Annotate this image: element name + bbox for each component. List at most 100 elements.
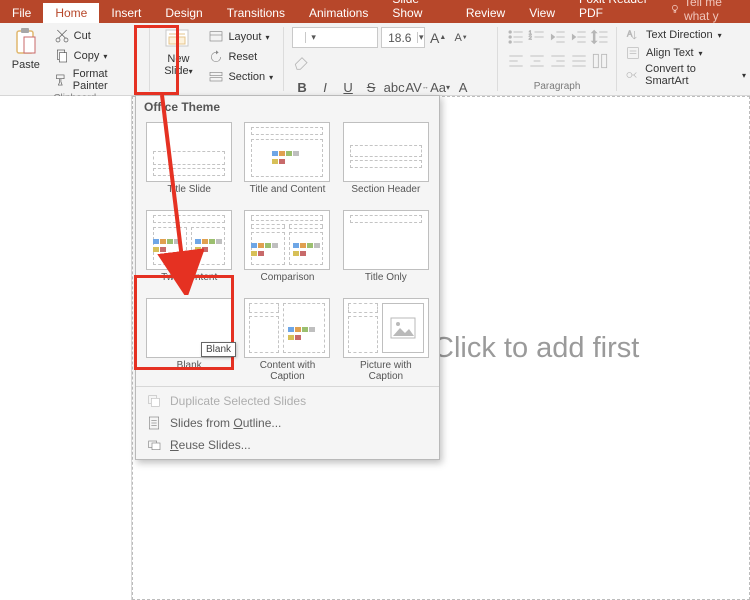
slide-thumbnail-pane[interactable]: [0, 96, 132, 600]
paragraph-group-label: Paragraph: [534, 81, 581, 95]
layout-content-with-caption[interactable]: Content withCaption: [238, 296, 336, 384]
layout-two-content[interactable]: Two Content: [140, 208, 238, 296]
change-case-button[interactable]: Aa▾: [430, 77, 450, 97]
columns-icon: [590, 51, 610, 71]
group-clipboard: Paste Cut Copy▾ Format Painter Clipboard: [0, 23, 149, 95]
line-spacing-button[interactable]: [590, 27, 610, 47]
align-center-icon: [527, 51, 547, 71]
layout-blank-label: Blank: [177, 358, 202, 382]
font-family-combo[interactable]: ▾: [292, 27, 378, 48]
layout-section-header-label: Section Header: [351, 182, 420, 206]
layout-section-header[interactable]: Section Header: [337, 120, 435, 208]
columns-button[interactable]: [590, 51, 610, 71]
bold-button[interactable]: B: [292, 77, 312, 97]
tell-me[interactable]: Tell me what y: [670, 0, 750, 23]
cut-button[interactable]: Cut: [52, 27, 144, 45]
layout-picture-caption-label-2: Caption: [369, 371, 403, 382]
layout-label: Layout: [228, 31, 261, 43]
eraser-icon: [292, 51, 312, 71]
align-left-icon: [506, 51, 526, 71]
numbering-icon: 12: [527, 27, 547, 47]
layout-blank[interactable]: Blank: [140, 296, 238, 384]
tab-view[interactable]: View: [517, 3, 567, 23]
tab-design[interactable]: Design: [153, 3, 214, 23]
reset-button[interactable]: Reset: [206, 48, 275, 66]
new-slide-button[interactable]: New Slide▾: [154, 23, 202, 86]
duplicate-slides-label: Duplicate Selected Slides: [170, 394, 306, 408]
tab-file[interactable]: File: [0, 3, 43, 23]
layout-button[interactable]: Layout▾: [206, 28, 275, 46]
slides-from-outline-label: Slides from Outline...: [170, 416, 281, 430]
layout-title-only[interactable]: Title Only: [337, 208, 435, 296]
layout-comparison[interactable]: Comparison: [238, 208, 336, 296]
increase-indent-button[interactable]: [569, 27, 589, 47]
duplicate-icon: [146, 393, 162, 409]
layout-picture-with-caption[interactable]: Picture withCaption: [337, 296, 435, 384]
justify-icon: [569, 51, 589, 71]
shadow-button[interactable]: abc: [384, 77, 404, 97]
decrease-font-button[interactable]: A▼: [451, 28, 471, 48]
font-size-value: 18.6: [382, 31, 417, 45]
paste-button[interactable]: Paste: [4, 23, 48, 93]
layout-content-caption-label-2: Caption: [270, 371, 304, 382]
layout-title-only-label: Title Only: [365, 270, 407, 294]
align-right-button[interactable]: [548, 51, 568, 71]
smartart-button[interactable]: Convert to SmartArt▾: [625, 63, 746, 87]
section-label: Section: [228, 71, 265, 83]
font-size-combo[interactable]: 18.6▾: [381, 27, 425, 48]
group-text-options: AText Direction▾ Align Text▾ Convert to …: [617, 23, 750, 95]
underline-button[interactable]: U: [338, 77, 358, 97]
italic-button[interactable]: I: [315, 77, 335, 97]
layout-comparison-label: Comparison: [261, 270, 315, 294]
align-text-button[interactable]: Align Text▾: [625, 45, 746, 61]
tab-foxit[interactable]: Foxit Reader PDF: [567, 0, 670, 23]
layout-title-slide[interactable]: Title Slide: [140, 120, 238, 208]
section-button[interactable]: Section▾: [206, 68, 275, 86]
copy-icon: [54, 48, 70, 64]
tab-insert[interactable]: Insert: [99, 3, 153, 23]
layout-title-content-label: Title and Content: [250, 182, 326, 206]
tab-review[interactable]: Review: [454, 3, 517, 23]
tab-home[interactable]: Home: [43, 3, 99, 23]
format-painter-label: Format Painter: [73, 68, 142, 92]
layout-title-and-content[interactable]: Title and Content: [238, 120, 336, 208]
tell-me-label: Tell me what y: [684, 0, 746, 23]
text-direction-label: Text Direction: [646, 29, 713, 41]
decrease-indent-button[interactable]: [548, 27, 568, 47]
bullets-icon: [506, 27, 526, 47]
layout-content-caption-label-1: Content with: [260, 360, 316, 371]
paste-icon: [13, 27, 39, 57]
increase-font-button[interactable]: A▲: [428, 28, 448, 48]
text-direction-button[interactable]: AText Direction▾: [625, 27, 746, 43]
clear-formatting-button[interactable]: [292, 51, 312, 71]
font-color-button[interactable]: A: [453, 77, 473, 97]
new-slide-icon: [164, 28, 192, 52]
text-direction-icon: A: [625, 27, 641, 43]
group-font: ▾ 18.6▾ A▲ A▼ B I U S abc AV↔ Aa▾ A: [284, 23, 497, 95]
ribbon: Paste Cut Copy▾ Format Painter Clipboard…: [0, 23, 750, 96]
reuse-slides-item[interactable]: Reuse Slides...: [136, 434, 439, 456]
group-paragraph: 12 Paragraph: [498, 23, 616, 95]
layout-title-slide-label: Title Slide: [167, 182, 211, 206]
align-right-icon: [548, 51, 568, 71]
slides-from-outline-item[interactable]: Slides from Outline...: [136, 412, 439, 434]
dropdown-header: Office Theme: [136, 96, 439, 118]
justify-button[interactable]: [569, 51, 589, 71]
tab-slideshow[interactable]: Slide Show: [380, 0, 453, 23]
tab-transitions[interactable]: Transitions: [215, 3, 297, 23]
char-spacing-button[interactable]: AV↔: [407, 77, 427, 97]
align-left-button[interactable]: [506, 51, 526, 71]
picture-icon: [383, 304, 423, 352]
layout-icon: [208, 29, 224, 45]
copy-button[interactable]: Copy▾: [52, 47, 144, 65]
bullets-button[interactable]: [506, 27, 526, 47]
format-painter-button[interactable]: Format Painter: [52, 67, 144, 93]
tab-animations[interactable]: Animations: [297, 3, 380, 23]
layout-picture-caption-label-1: Picture with: [360, 360, 412, 371]
duplicate-slides-item: Duplicate Selected Slides: [136, 390, 439, 412]
tooltip-blank: Blank: [201, 342, 236, 357]
new-slide-dropdown: Office Theme Title Slide Title and Conte…: [135, 95, 440, 460]
numbering-button[interactable]: 12: [527, 27, 547, 47]
align-center-button[interactable]: [527, 51, 547, 71]
strikethrough-button[interactable]: S: [361, 77, 381, 97]
